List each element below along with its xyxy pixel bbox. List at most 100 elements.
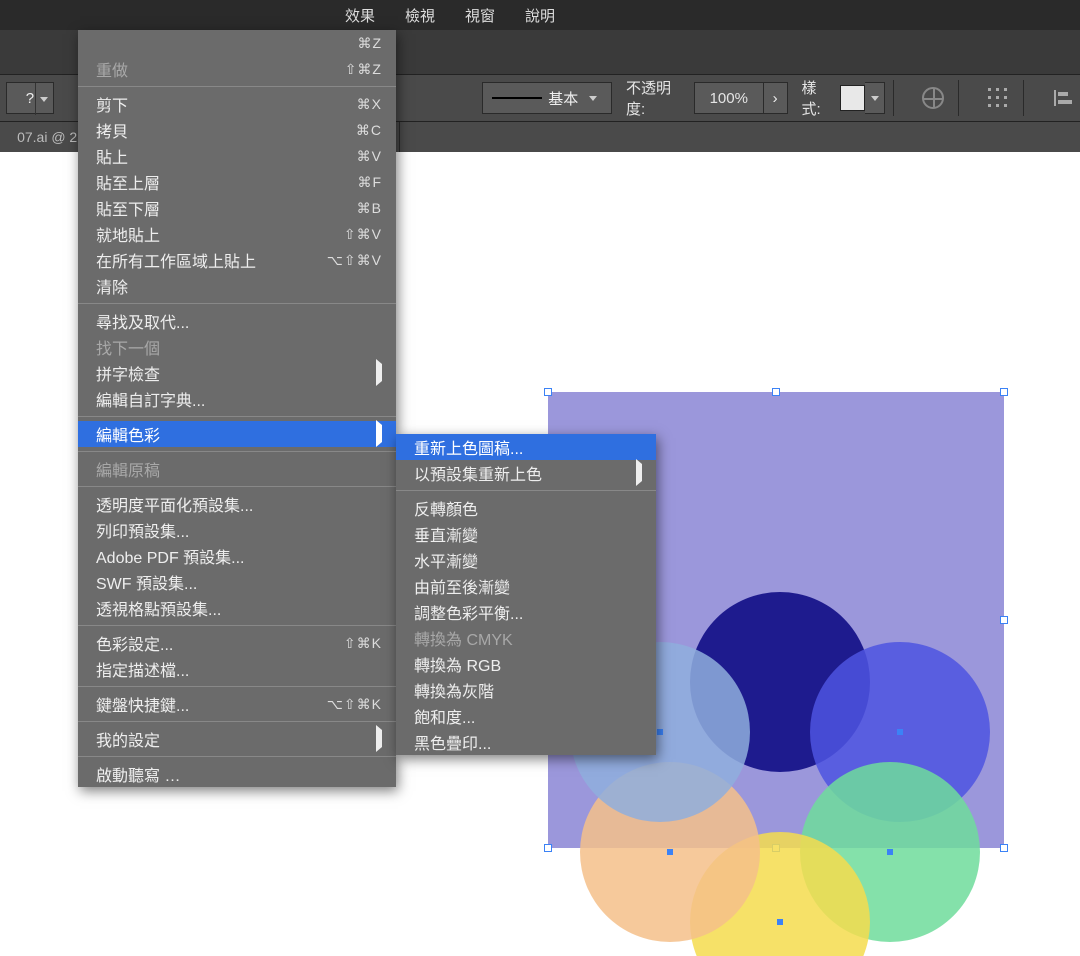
menu-item-label: 透視格點預設集...: [96, 596, 221, 620]
chevron-down-icon: [35, 83, 53, 115]
submenu-arrow-icon: [376, 425, 382, 443]
color-submenu-item[interactable]: 轉換為灰階: [396, 677, 656, 703]
menu-item-label: 拷貝: [96, 118, 128, 142]
submenu-arrow-icon: [636, 464, 642, 482]
edit-color-submenu: 重新上色圖稿...以預設集重新上色反轉顏色垂直漸變水平漸變由前至後漸變調整色彩平…: [396, 434, 656, 755]
menu-item-label: 重新上色圖稿...: [414, 435, 523, 459]
chevron-down-icon: [584, 96, 602, 101]
menubar: 效果 檢視 視窗 說明: [0, 0, 1080, 30]
menu-item-label: 轉換為灰階: [414, 678, 494, 702]
menu-item-label: 清除: [96, 274, 128, 298]
menu-item-label: 在所有工作區域上貼上: [96, 248, 256, 272]
menu-shortcut: ⇧⌘K: [344, 635, 382, 652]
color-submenu-item[interactable]: 重新上色圖稿...: [396, 434, 656, 460]
style-dropdown[interactable]: [865, 82, 885, 114]
align-grid-icon[interactable]: [981, 81, 1015, 115]
edit-menu-item[interactable]: 透視格點預設集...: [78, 595, 396, 621]
edit-menu-item[interactable]: 在所有工作區域上貼上⌥⇧⌘V: [78, 247, 396, 273]
menu-shortcut: ⇧⌘Z: [345, 61, 382, 78]
stroke-style-dropdown[interactable]: 基本: [482, 82, 612, 114]
edit-menu-item[interactable]: Adobe PDF 預設集...: [78, 543, 396, 569]
menu-item-label: 垂直漸變: [414, 522, 478, 546]
menu-shortcut: ⌘X: [357, 96, 382, 113]
opacity-input[interactable]: 100%: [694, 82, 764, 114]
color-submenu-item: 轉換為 CMYK: [396, 625, 656, 651]
resize-handle-tm[interactable]: [772, 388, 780, 396]
edit-menu-item[interactable]: 我的設定: [78, 726, 396, 752]
color-submenu-item[interactable]: 以預設集重新上色: [396, 460, 656, 486]
edit-menu-item[interactable]: 貼至上層⌘F: [78, 169, 396, 195]
menu-item-label: 反轉顏色: [414, 496, 478, 520]
color-submenu-item[interactable]: 飽和度...: [396, 703, 656, 729]
edit-menu-item[interactable]: 色彩設定... ⇧⌘K: [78, 630, 396, 656]
edit-menu-item[interactable]: 尋找及取代...: [78, 308, 396, 334]
color-submenu-item[interactable]: 由前至後漸變: [396, 573, 656, 599]
resize-handle-bl[interactable]: [544, 844, 552, 852]
edit-menu-item[interactable]: 透明度平面化預設集...: [78, 491, 396, 517]
help-icon: ?: [26, 90, 34, 107]
color-submenu-item[interactable]: 黑色疊印...: [396, 729, 656, 755]
menu-item-label: 由前至後漸變: [414, 574, 510, 598]
menu-item-label: 黑色疊印...: [414, 730, 491, 754]
edit-menu-item[interactable]: 編輯自訂字典...: [78, 386, 396, 412]
menu-item-label: 水平漸變: [414, 548, 478, 572]
color-submenu-item[interactable]: 垂直漸變: [396, 521, 656, 547]
menu-shortcut: ⌘F: [357, 174, 382, 191]
menu-item-label: Adobe PDF 預設集...: [96, 544, 245, 568]
menu-shortcut: ⌥⇧⌘K: [327, 696, 382, 713]
edit-menu-item[interactable]: 指定描述檔...: [78, 656, 396, 682]
graphic-style-swatch[interactable]: [840, 85, 866, 111]
selection-center-point[interactable]: [667, 849, 673, 855]
edit-menu-item[interactable]: 貼至下層⌘B: [78, 195, 396, 221]
menu-view[interactable]: 檢視: [390, 5, 450, 26]
edit-menu-item[interactable]: 列印預設集...: [78, 517, 396, 543]
menu-item-label: 色彩設定...: [96, 631, 173, 655]
edit-menu-item: 找下一個: [78, 334, 396, 360]
edit-menu-item[interactable]: 清除: [78, 273, 396, 299]
resize-handle-tl[interactable]: [544, 388, 552, 396]
align-icon[interactable]: [1046, 81, 1080, 115]
edit-menu-item: 編輯原稿: [78, 456, 396, 482]
edit-menu-item[interactable]: ⌘Z: [78, 30, 396, 56]
menu-item-label: 以預設集重新上色: [414, 461, 542, 485]
color-submenu-item[interactable]: 水平漸變: [396, 547, 656, 573]
menu-item-label: 編輯原稿: [96, 457, 160, 481]
edit-menu-item[interactable]: 就地貼上⇧⌘V: [78, 221, 396, 247]
selection-center-point[interactable]: [887, 849, 893, 855]
menu-item-label: 轉換為 RGB: [414, 652, 501, 676]
menu-item-label: 鍵盤快捷鍵...: [96, 692, 189, 716]
resize-handle-tr[interactable]: [1000, 388, 1008, 396]
menu-item-label: 重做: [96, 57, 128, 81]
help-dropdown[interactable]: ?: [6, 82, 54, 114]
recolor-icon[interactable]: [916, 81, 950, 115]
edit-menu-item[interactable]: 剪下⌘X: [78, 91, 396, 117]
menu-item-label: 就地貼上: [96, 222, 160, 246]
edit-menu-item[interactable]: 編輯色彩: [78, 421, 396, 447]
edit-menu: ⌘Z重做 ⇧⌘Z 剪下⌘X拷貝 ⌘C 貼上⌘V貼至上層⌘F貼至下層⌘B就地貼上⇧⌘V在所…: [78, 30, 396, 787]
menu-effects[interactable]: 效果: [330, 5, 390, 26]
edit-menu-item: 重做 ⇧⌘Z: [78, 56, 396, 82]
edit-menu-item[interactable]: 貼上⌘V: [78, 143, 396, 169]
selection-center-point[interactable]: [897, 729, 903, 735]
menu-shortcut: ⌘C: [356, 122, 382, 139]
edit-menu-item[interactable]: 拷貝 ⌘C: [78, 117, 396, 143]
edit-menu-item[interactable]: 啟動聽寫 …: [78, 761, 396, 787]
menu-help[interactable]: 說明: [510, 5, 570, 26]
menu-window[interactable]: 視窗: [450, 5, 510, 26]
menu-item-label: 拼字檢查: [96, 361, 160, 385]
stroke-style-label: 基本: [548, 88, 578, 109]
resize-handle-mr[interactable]: [1000, 616, 1008, 624]
selection-center-point[interactable]: [777, 919, 783, 925]
color-submenu-item[interactable]: 調整色彩平衡...: [396, 599, 656, 625]
resize-handle-br[interactable]: [1000, 844, 1008, 852]
submenu-arrow-icon: [376, 364, 382, 382]
edit-menu-item[interactable]: SWF 預設集...: [78, 569, 396, 595]
menu-item-label: 貼上: [96, 144, 128, 168]
selection-center-point[interactable]: [657, 729, 663, 735]
opacity-stepper[interactable]: ›: [764, 82, 788, 114]
color-submenu-item[interactable]: 轉換為 RGB: [396, 651, 656, 677]
menu-item-label: SWF 預設集...: [96, 570, 197, 594]
edit-menu-item[interactable]: 拼字檢查: [78, 360, 396, 386]
edit-menu-item[interactable]: 鍵盤快捷鍵... ⌥⇧⌘K: [78, 691, 396, 717]
color-submenu-item[interactable]: 反轉顏色: [396, 495, 656, 521]
